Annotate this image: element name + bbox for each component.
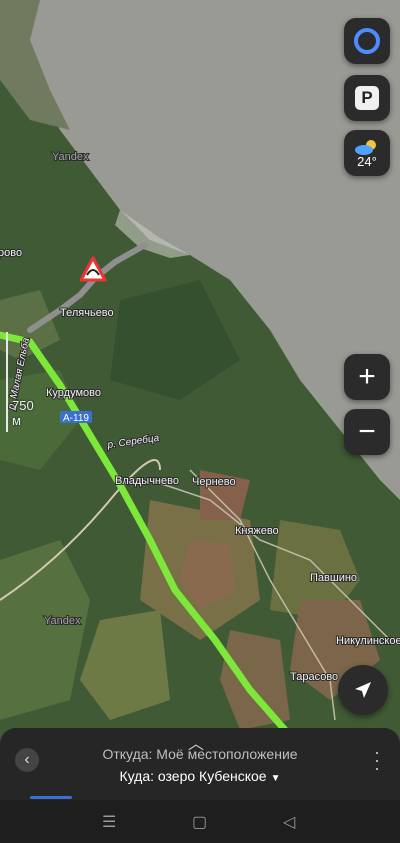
home-icon[interactable]: ▢: [192, 812, 207, 832]
navigation-arrow-icon: [355, 682, 371, 698]
scale-bar: 750 м: [0, 330, 40, 440]
place-telyachevo: Телячьево: [60, 307, 114, 319]
place-pavshino: Павшино: [310, 572, 357, 584]
route-to-label: Куда: озеро Кубенское: [119, 768, 267, 784]
weather-button[interactable]: 24°: [344, 130, 390, 176]
road-shield-a119: А-119: [60, 411, 92, 424]
zoom-in-button[interactable]: +: [344, 354, 390, 400]
place-tarasovo: Тарасово: [290, 671, 338, 683]
weather-temperature: 24°: [357, 153, 377, 169]
menu-icon[interactable]: ☰: [102, 812, 116, 832]
place-knyazhevo: Княжево: [235, 525, 279, 537]
watermark-top: Yandex: [52, 151, 89, 163]
system-nav-bar: ☰ ▢ ◁: [0, 800, 400, 843]
tab-indicator: [30, 796, 72, 799]
plus-icon: +: [358, 360, 376, 393]
zoom-out-button[interactable]: −: [344, 409, 390, 455]
place-vladychnevo: Владычнево: [115, 475, 179, 487]
scale-label: 750 м: [12, 398, 34, 428]
svg-text:А-119: А-119: [63, 413, 89, 424]
alice-button[interactable]: [344, 18, 390, 64]
place-edge: рово: [0, 247, 22, 259]
place-kurdumovo: Курдумово: [46, 387, 101, 399]
parking-button[interactable]: P: [344, 75, 390, 121]
map-canvas[interactable]: Yandex Yandex рово Телячьево Курдумово В…: [0, 0, 400, 843]
minus-icon: −: [358, 415, 376, 448]
route-to[interactable]: Куда: озеро Кубенское ▼: [0, 768, 400, 784]
place-nikulinskoe: Никулинское: [336, 635, 400, 647]
more-options-icon[interactable]: · · ·: [374, 743, 380, 777]
place-chernevo: Чернево: [192, 476, 236, 488]
route-from[interactable]: Откуда: Моё местоположение: [0, 746, 400, 762]
watermark-bottom: Yandex: [44, 615, 81, 627]
my-location-button[interactable]: [338, 665, 388, 715]
alice-icon: [354, 28, 380, 54]
back-icon[interactable]: ◁: [283, 812, 295, 832]
dropdown-caret-icon[interactable]: ▼: [271, 773, 281, 784]
parking-icon: P: [355, 86, 379, 110]
